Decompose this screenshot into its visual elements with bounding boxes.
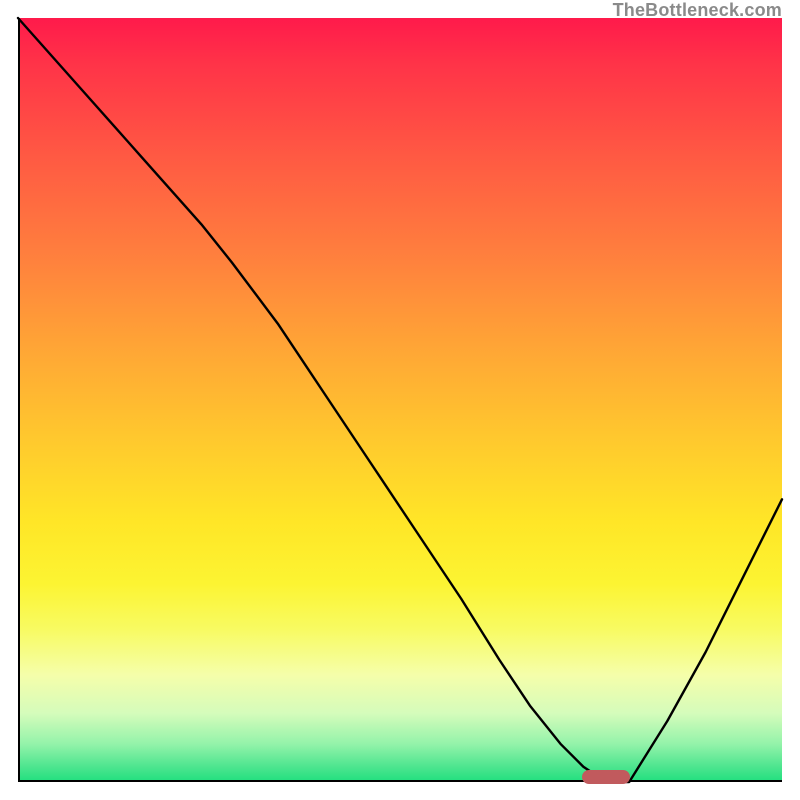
- watermark-text: TheBottleneck.com: [613, 0, 782, 21]
- optimal-point-marker: [582, 770, 630, 784]
- chart-container: TheBottleneck.com: [0, 0, 800, 800]
- bottleneck-curve: [18, 18, 782, 782]
